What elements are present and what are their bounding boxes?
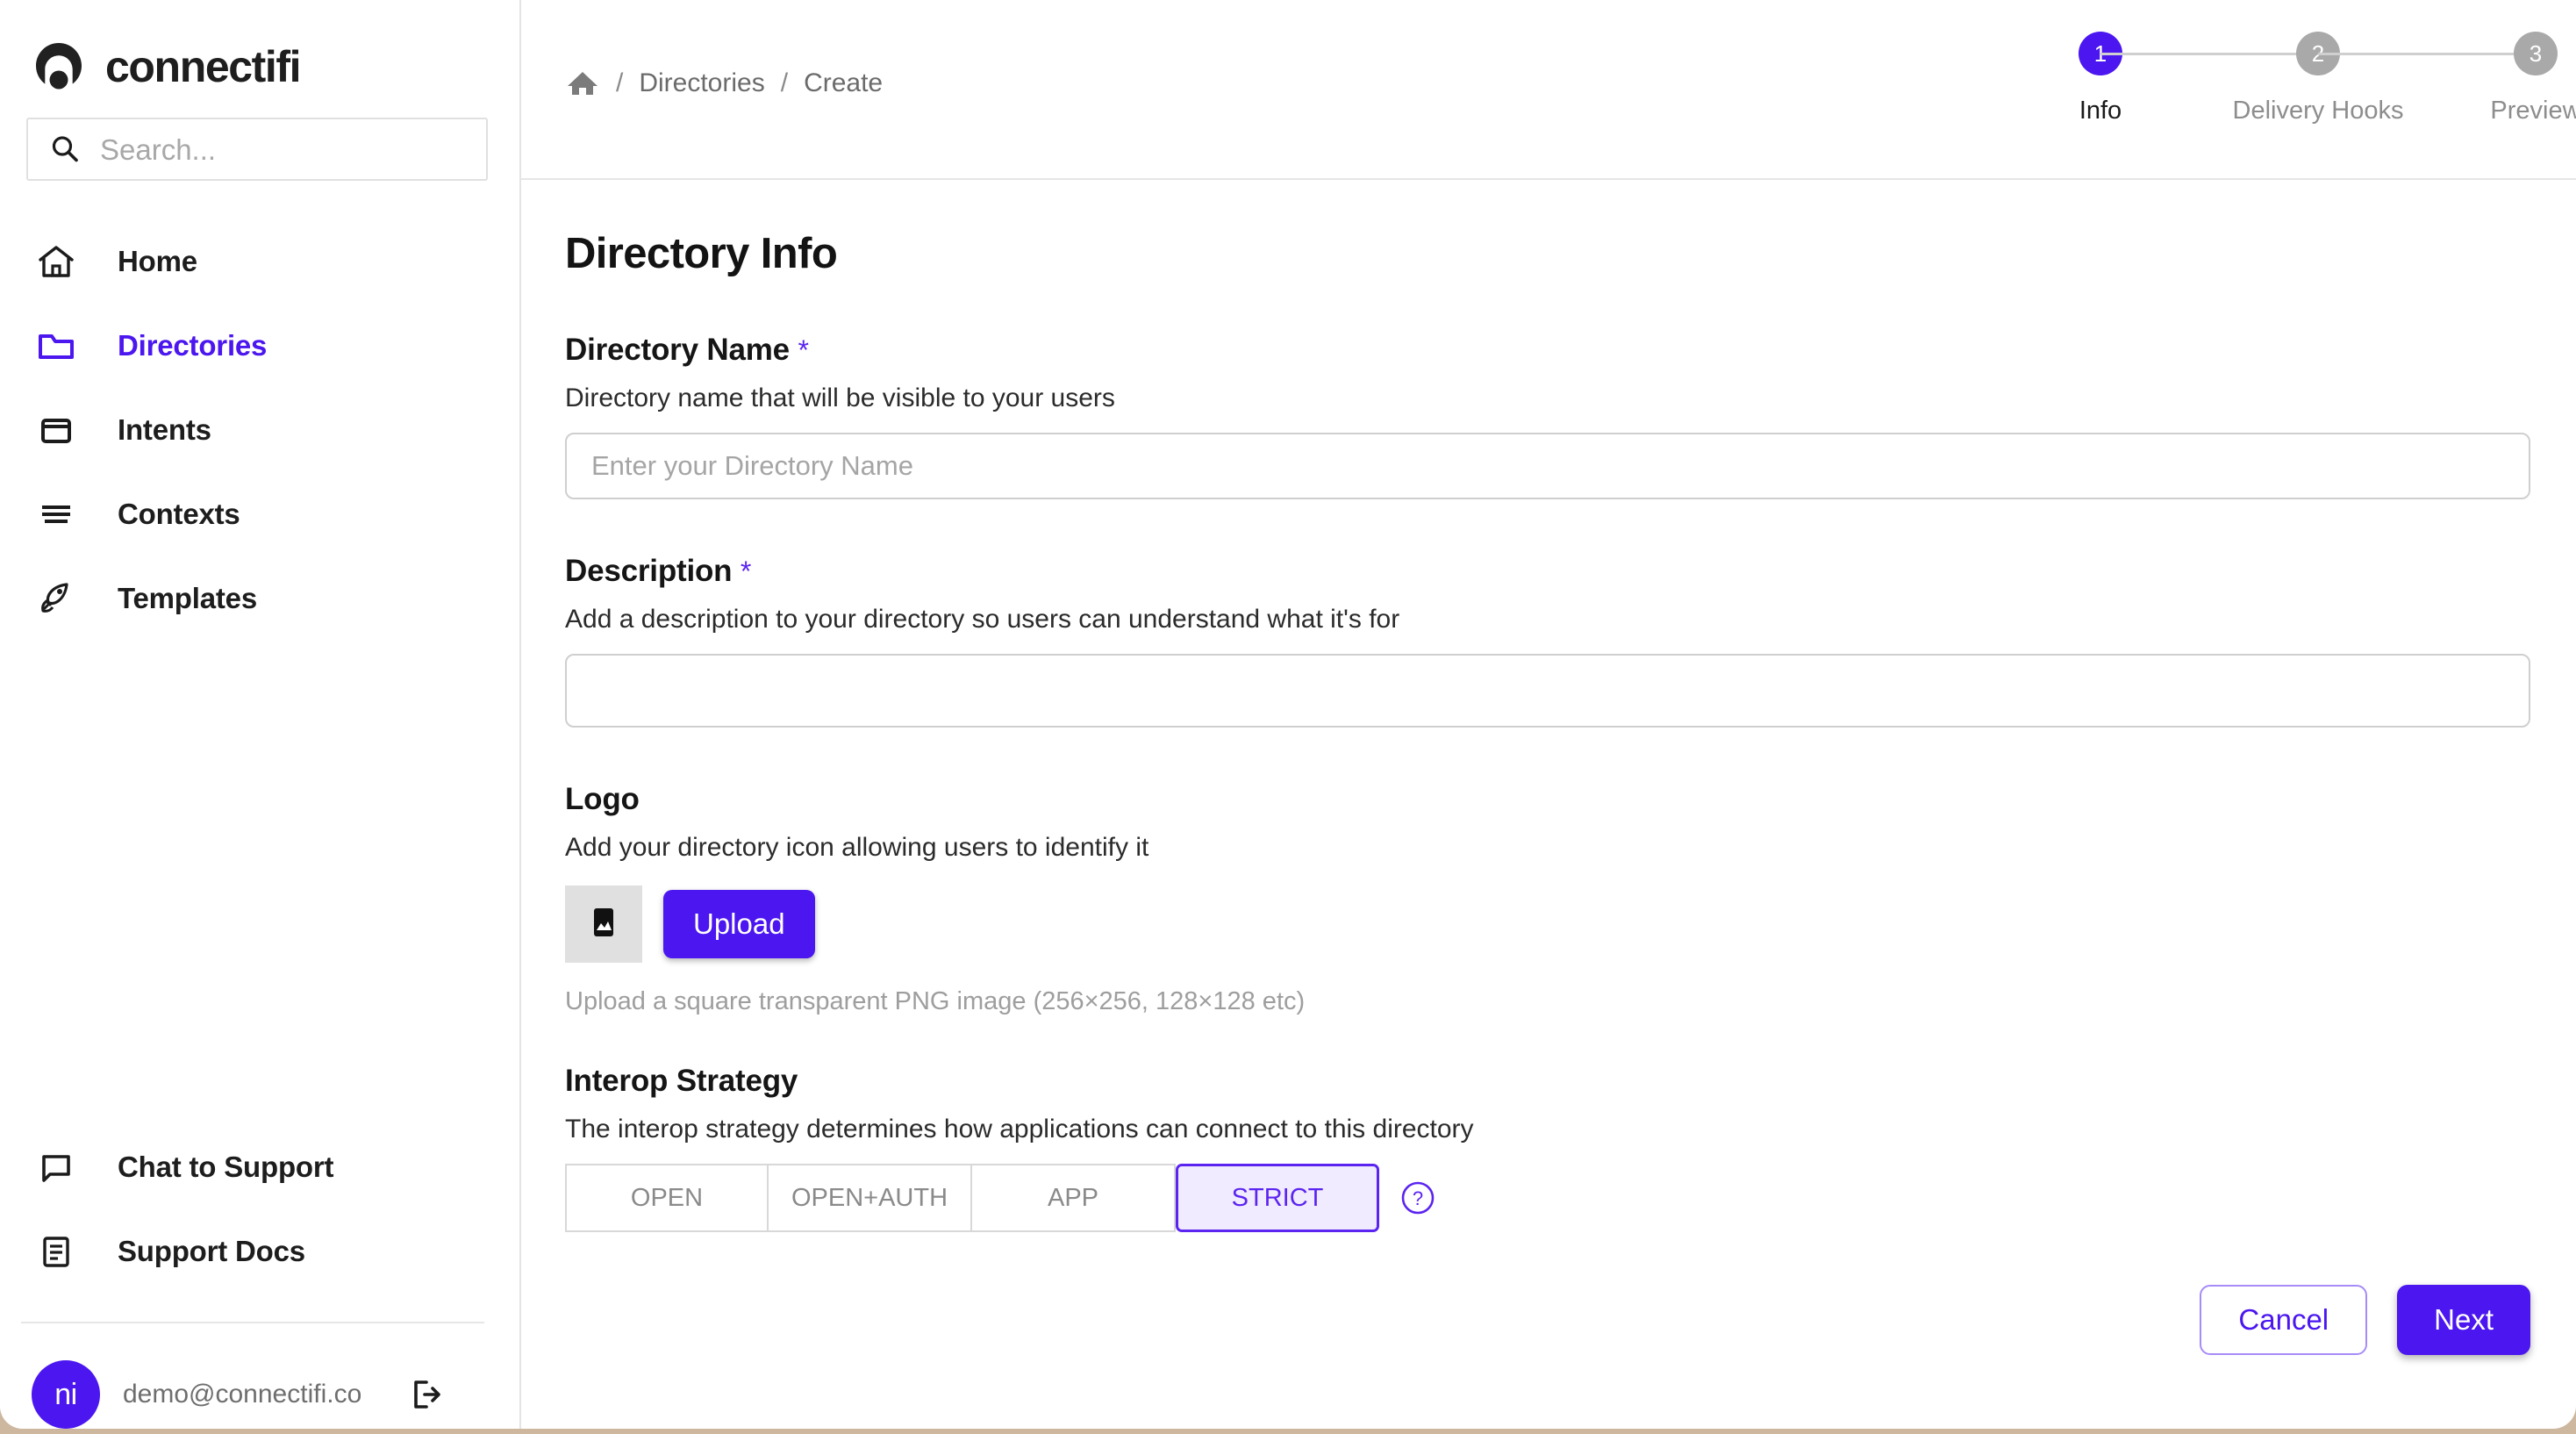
sidebar-item-label: Chat to Support bbox=[118, 1151, 334, 1183]
interop-option-strict[interactable]: STRICT bbox=[1176, 1164, 1379, 1232]
step-label: Info bbox=[2079, 97, 2122, 125]
question-mark-icon[interactable]: ? bbox=[1399, 1179, 1437, 1217]
interop-option-open[interactable]: OPEN bbox=[565, 1164, 769, 1232]
brand-name: connectifi bbox=[105, 41, 302, 91]
sidebar-item-intents[interactable]: Intents bbox=[0, 388, 519, 472]
home-icon bbox=[35, 240, 77, 283]
breadcrumb-item-create[interactable]: Create bbox=[804, 68, 883, 98]
field-label: Logo bbox=[565, 782, 640, 816]
field-label: Directory Name * bbox=[565, 333, 2576, 368]
image-placeholder-icon bbox=[584, 903, 623, 946]
topbar: / Directories / Create 1 Info 2 Delivery… bbox=[521, 0, 2576, 180]
home-icon[interactable] bbox=[565, 66, 600, 101]
input-placeholder: Enter your Directory Name bbox=[591, 450, 913, 481]
field-label-text: Description bbox=[565, 554, 733, 588]
field-help: Add your directory icon allowing users t… bbox=[565, 833, 1149, 862]
logo-preview bbox=[565, 885, 642, 963]
interop-strategy-row: OPEN OPEN+AUTH APP STRICT ? bbox=[565, 1164, 2576, 1232]
sidebar-item-label: Support Docs bbox=[118, 1235, 305, 1267]
interop-option-open-auth[interactable]: OPEN+AUTH bbox=[769, 1164, 972, 1232]
main-panel: / Directories / Create 1 Info 2 Delivery… bbox=[521, 0, 2576, 1429]
rocket-icon bbox=[35, 577, 77, 620]
field-label: Interop Strategy bbox=[565, 1064, 798, 1098]
search-placeholder: Search... bbox=[100, 133, 217, 166]
support-nav: Chat to Support Support Docs ni demo@con… bbox=[0, 1125, 519, 1429]
field-logo: Logo Add your directory icon allowing us… bbox=[565, 782, 2576, 1016]
user-email: demo@connectifi.co bbox=[123, 1380, 362, 1409]
document-icon bbox=[35, 1230, 77, 1273]
interop-option-app[interactable]: APP bbox=[972, 1164, 1176, 1232]
field-help: Add a description to your directory so u… bbox=[565, 605, 1400, 634]
page-title: Directory Info bbox=[565, 230, 838, 277]
stepper: 1 Info 2 Delivery Hooks 3 Preview bbox=[2079, 32, 2576, 125]
field-label-text: Directory Name bbox=[565, 333, 790, 367]
brand[interactable]: connectifi bbox=[0, 0, 519, 104]
avatar[interactable]: ni bbox=[32, 1360, 100, 1429]
sidebar-item-directories[interactable]: Directories bbox=[0, 304, 519, 388]
upload-button[interactable]: Upload bbox=[663, 890, 815, 958]
field-label: Description * bbox=[565, 554, 2576, 589]
field-description: Description * Add a description to your … bbox=[565, 554, 2576, 728]
app-window: connectifi Search... Home Directories In… bbox=[0, 0, 2576, 1429]
primary-nav: Home Directories Intents Contexts Templa… bbox=[0, 219, 519, 641]
user-row: ni demo@connectifi.co bbox=[0, 1323, 519, 1429]
list-lines-icon bbox=[35, 493, 77, 535]
sidebar: connectifi Search... Home Directories In… bbox=[0, 0, 521, 1429]
directory-name-input[interactable]: Enter your Directory Name bbox=[565, 433, 2530, 499]
sidebar-item-label: Home bbox=[118, 245, 197, 277]
breadcrumb-item-directories[interactable]: Directories bbox=[639, 68, 764, 98]
sidebar-item-label: Templates bbox=[118, 582, 257, 614]
breadcrumb-separator: / bbox=[616, 68, 624, 97]
step-label: Preview bbox=[2490, 97, 2576, 125]
breadcrumb: / Directories / Create bbox=[521, 0, 883, 101]
sidebar-item-home[interactable]: Home bbox=[0, 219, 519, 304]
logo-upload-row: Upload bbox=[565, 885, 2576, 963]
required-asterisk: * bbox=[740, 556, 752, 587]
field-help: The interop strategy determines how appl… bbox=[565, 1115, 1474, 1144]
logout-icon[interactable] bbox=[407, 1376, 444, 1413]
search-icon bbox=[49, 133, 81, 165]
step-label: Delivery Hooks bbox=[2232, 97, 2404, 125]
window-icon bbox=[35, 409, 77, 451]
breadcrumb-separator: / bbox=[780, 68, 789, 97]
upload-hint: Upload a square transparent PNG image (2… bbox=[565, 987, 1306, 1015]
required-asterisk: * bbox=[798, 334, 809, 366]
sidebar-item-contexts[interactable]: Contexts bbox=[0, 472, 519, 556]
step-connector bbox=[2100, 53, 2318, 55]
chat-bubble-icon bbox=[35, 1146, 77, 1188]
form-content: Directory Info Directory Name * Director… bbox=[521, 180, 2576, 1429]
field-directory-name: Directory Name * Directory name that wil… bbox=[565, 333, 2576, 499]
search-input[interactable]: Search... bbox=[26, 118, 488, 181]
folder-icon bbox=[35, 325, 77, 367]
step-connector bbox=[2318, 53, 2536, 55]
field-interop-strategy: Interop Strategy The interop strategy de… bbox=[565, 1064, 2576, 1232]
sidebar-item-label: Contexts bbox=[118, 498, 240, 530]
step-number: 3 bbox=[2514, 32, 2558, 75]
form-actions: Cancel Next bbox=[2200, 1285, 2530, 1355]
sidebar-item-label: Intents bbox=[118, 413, 211, 446]
sidebar-item-chat-to-support[interactable]: Chat to Support bbox=[0, 1125, 519, 1209]
sidebar-item-support-docs[interactable]: Support Docs bbox=[0, 1209, 519, 1294]
sidebar-item-label: Directories bbox=[118, 329, 268, 362]
connectifi-logo-icon bbox=[32, 39, 86, 94]
sidebar-item-templates[interactable]: Templates bbox=[0, 556, 519, 641]
next-button[interactable]: Next bbox=[2397, 1285, 2530, 1355]
cancel-button[interactable]: Cancel bbox=[2200, 1285, 2368, 1355]
interop-strategy-group: OPEN OPEN+AUTH APP STRICT bbox=[565, 1164, 1379, 1232]
svg-text:?: ? bbox=[1413, 1187, 1423, 1209]
description-input[interactable] bbox=[565, 654, 2530, 728]
field-help: Directory name that will be visible to y… bbox=[565, 384, 1115, 412]
